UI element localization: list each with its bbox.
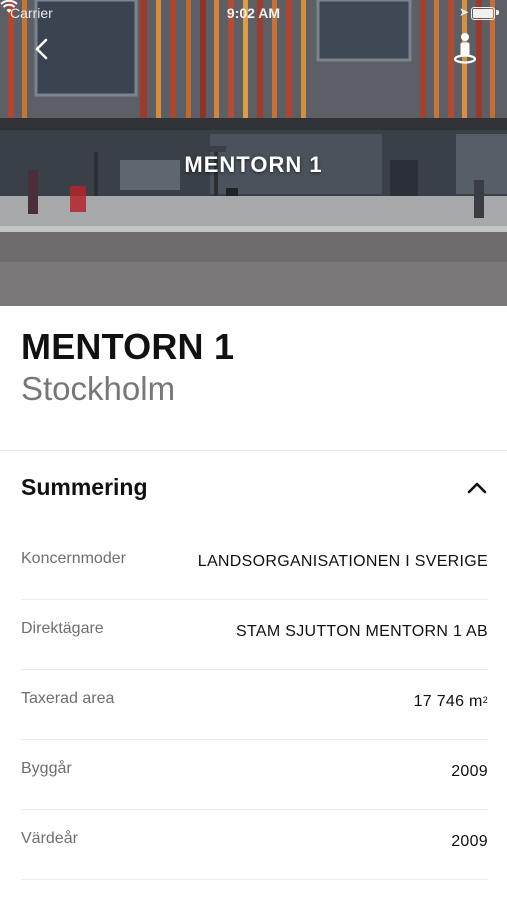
row-label: Värdeår <box>21 830 78 847</box>
list-item-taxerad-area: Taxerad area 17 746 m2 <box>21 670 488 740</box>
list-item-byggar: Byggår 2009 <box>21 740 488 810</box>
list-item-koncernmoder: Koncernmoder LANDSORGANISATIONEN I SVERI… <box>21 530 488 600</box>
hero-image: Carrier 9:02 AM ➤ MENTORN 1 <box>0 0 507 306</box>
row-label: Taxerad area <box>21 690 115 707</box>
row-value: 2009 <box>451 763 488 780</box>
section-title: Summering <box>21 474 148 500</box>
row-value: STAM SJUTTON MENTORN 1 AB <box>236 623 488 640</box>
hero-title: MENTORN 1 <box>184 152 323 177</box>
area-value: 17 746 m <box>413 693 483 710</box>
list-item-vardear: Värdeår 2009 <box>21 810 488 880</box>
row-label: Direktägare <box>21 620 104 637</box>
status-time: 9:02 AM <box>226 5 281 21</box>
battery-nub <box>496 10 499 15</box>
back-button[interactable] <box>26 32 60 66</box>
location-arrow-icon: ➤ <box>458 5 469 19</box>
page-title: MENTORN 1 <box>21 326 235 367</box>
person-pin-icon <box>453 33 477 64</box>
summary-section-toggle[interactable]: Summering <box>0 451 507 523</box>
city-subtitle: Stockholm <box>21 370 176 407</box>
area-unit-exponent: 2 <box>482 695 488 705</box>
summary-list: Koncernmoder LANDSORGANISATIONEN I SVERI… <box>21 530 488 880</box>
chevron-left-icon <box>35 38 48 60</box>
battery-icon <box>471 7 495 20</box>
row-value: 2009 <box>451 833 488 850</box>
row-value-area: 17 746 m2 <box>414 693 488 711</box>
row-label: Byggår <box>21 760 72 777</box>
street-view-button[interactable] <box>447 30 483 66</box>
status-bar: Carrier 9:02 AM ➤ <box>0 0 507 26</box>
row-value: LANDSORGANISATIONEN I SVERIGE <box>197 553 488 570</box>
list-item-direktagare: Direktägare STAM SJUTTON MENTORN 1 AB <box>21 600 488 670</box>
chevron-up-icon <box>467 482 487 494</box>
row-label: Koncernmoder <box>21 550 126 567</box>
